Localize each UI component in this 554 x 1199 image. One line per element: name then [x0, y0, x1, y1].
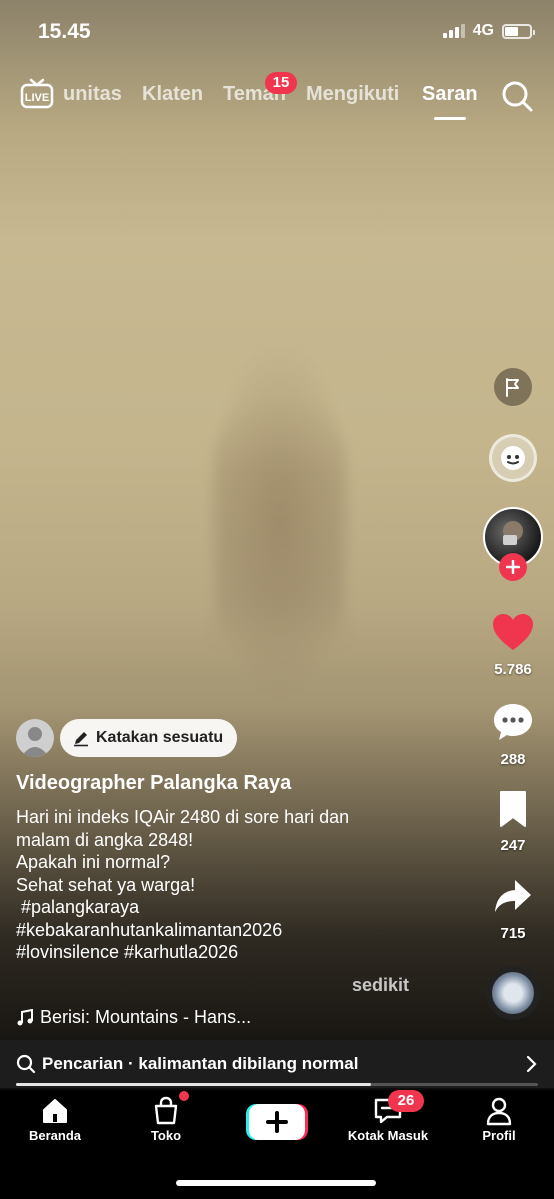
search-small-icon	[16, 1054, 36, 1074]
network-type: 4G	[472, 22, 494, 39]
nav-home-label: Beranda	[28, 1128, 82, 1143]
tab-komunitas[interactable]: unitas	[63, 83, 122, 106]
hazy-tower-silhouette	[215, 400, 345, 650]
comment-button[interactable]: 288	[478, 702, 548, 768]
comment-count: 288	[500, 751, 526, 768]
caption-line: Sehat sehat ya warga!	[16, 874, 196, 895]
nav-profile[interactable]: Profil	[444, 1096, 554, 1143]
like-count: 5.786	[494, 661, 532, 678]
bookmark-icon	[500, 791, 526, 827]
home-icon	[43, 1099, 67, 1123]
status-indicators: 4G	[442, 22, 535, 40]
inbox-badge: 26	[388, 1090, 424, 1112]
nav-home[interactable]: Beranda	[0, 1096, 110, 1143]
heart-icon	[493, 614, 533, 650]
music-info[interactable]: Berisi: Mountains - Hans...	[16, 1007, 251, 1028]
caption-line: Hari ini indeks IQAir 2480 di sore hari …	[16, 807, 350, 827]
share-count: 715	[500, 925, 526, 942]
chevron-right-icon	[526, 1055, 537, 1073]
plus-icon	[246, 1104, 308, 1140]
user-avatar-placeholder[interactable]	[16, 719, 54, 757]
home-indicator	[176, 1180, 376, 1186]
comment-icon	[494, 704, 532, 740]
nav-profile-label: Profil	[482, 1128, 516, 1143]
save-count: 247	[500, 837, 526, 854]
search-suggestion-text: Pencarian · kalimantan dibilang normal	[42, 1054, 359, 1073]
battery-icon	[502, 23, 535, 39]
live-icon[interactable]: LIVE	[20, 77, 54, 109]
like-button[interactable]: 5.786	[478, 612, 548, 678]
search-icon[interactable]	[500, 79, 534, 113]
music-disc-icon[interactable]	[486, 966, 540, 1020]
friends-badge: 15	[265, 72, 297, 94]
say-something-button[interactable]: Katakan sesuatu	[60, 719, 238, 757]
hashtag[interactable]: #palangkaraya	[16, 896, 436, 919]
nav-shop-label: Toko	[150, 1128, 182, 1143]
profile-icon	[486, 1097, 512, 1126]
pencil-icon	[74, 732, 88, 747]
tab-saran[interactable]: Saran	[422, 83, 478, 106]
effect-mascot-icon[interactable]	[489, 434, 537, 482]
say-something-label: Katakan sesuatu	[96, 729, 224, 746]
follow-plus-icon[interactable]	[499, 553, 527, 581]
shopping-bag-icon	[154, 1096, 178, 1125]
bookmark-button[interactable]: 247	[478, 790, 548, 854]
music-note-icon	[17, 1008, 33, 1025]
nav-inbox-label: Kotak Masuk	[347, 1128, 429, 1143]
share-button[interactable]: 715	[478, 878, 548, 942]
tab-klaten[interactable]: Klaten	[142, 83, 203, 106]
share-arrow-icon	[495, 880, 531, 912]
create-post-button[interactable]	[246, 1102, 308, 1142]
search-suggestion-bar[interactable]: Pencarian · kalimantan dibilang normal	[0, 1040, 554, 1088]
status-time: 15.45	[38, 20, 91, 43]
creator-username[interactable]: Videographer Palangka Raya	[16, 772, 291, 795]
signal-icon	[442, 24, 465, 38]
shop-notification-dot	[179, 1091, 189, 1101]
video-progress-bar[interactable]	[16, 1083, 538, 1086]
report-flag-icon[interactable]	[494, 368, 532, 406]
hashtag[interactable]: #kebakaranhutankalimantan2026	[16, 919, 436, 942]
hashtag[interactable]: #lovinsilence #karhutla2026	[16, 941, 436, 964]
caption-toggle-link[interactable]: sedikit	[352, 975, 409, 996]
tab-mengikuti[interactable]: Mengikuti	[306, 83, 399, 106]
video-progress-fill	[16, 1083, 371, 1086]
active-tab-indicator	[434, 117, 466, 120]
nav-shop[interactable]: Toko	[111, 1096, 221, 1143]
music-title: Berisi: Mountains - Hans...	[40, 1007, 252, 1027]
svg-text:LIVE: LIVE	[25, 92, 49, 104]
caption-line: Apakah ini normal?	[16, 852, 171, 872]
post-caption: Hari ini indeks IQAir 2480 di sore hari …	[16, 806, 436, 964]
caption-line: malam di angka 2848!	[16, 829, 194, 850]
